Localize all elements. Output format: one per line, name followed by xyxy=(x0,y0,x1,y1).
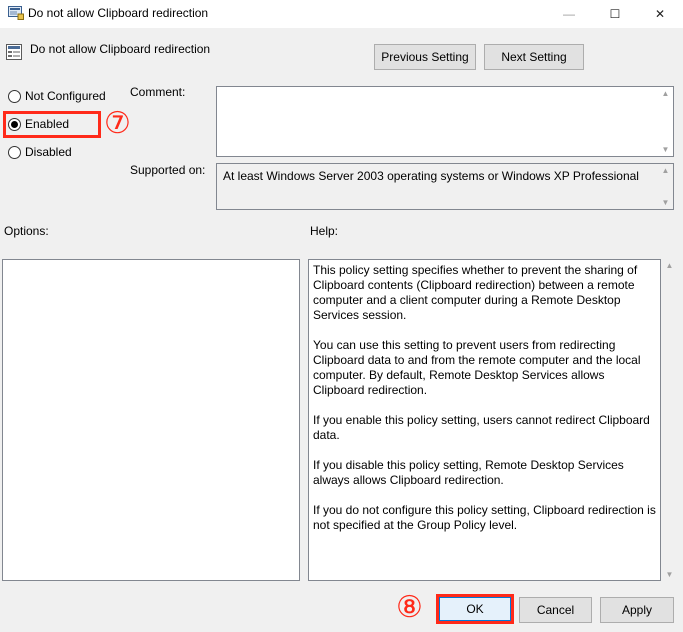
help-pane: This policy setting specifies whether to… xyxy=(308,259,661,581)
supported-on-value: At least Windows Server 2003 operating s… xyxy=(223,169,639,183)
ok-button[interactable]: OK xyxy=(439,597,511,621)
policy-name: Do not allow Clipboard redirection xyxy=(30,42,211,56)
options-pane xyxy=(2,259,300,581)
radio-label: Disabled xyxy=(25,145,72,159)
scroll-up-icon[interactable]: ▲ xyxy=(662,166,670,175)
step-8-marker: ⑧ xyxy=(396,590,423,625)
close-button[interactable]: ✕ xyxy=(637,0,683,28)
next-setting-button[interactable]: Next Setting xyxy=(484,44,584,70)
scroll-down-icon[interactable]: ▼ xyxy=(662,198,670,207)
scroll-up-icon[interactable]: ▲ xyxy=(666,261,674,270)
radio-circle[interactable] xyxy=(8,89,21,103)
comment-scrollbar[interactable]: ▲ ▼ xyxy=(658,87,673,156)
minimize-button[interactable]: — xyxy=(546,0,592,28)
apply-button[interactable]: Apply xyxy=(600,597,674,623)
policy-window-icon xyxy=(8,6,24,20)
radio-label: Not Configured xyxy=(25,89,106,103)
radio-circle[interactable] xyxy=(8,145,21,159)
help-scrollbar[interactable]: ▲ ▼ xyxy=(662,259,677,581)
supported-on-field: At least Windows Server 2003 operating s… xyxy=(216,163,674,210)
help-label: Help: xyxy=(310,224,339,238)
policy-setting-icon xyxy=(6,44,22,60)
scroll-down-icon[interactable]: ▼ xyxy=(662,145,670,154)
supported-on-label: Supported on: xyxy=(130,163,206,177)
help-scrollbar-arrows[interactable]: ▲ ▼ xyxy=(662,259,677,581)
comment-label: Comment: xyxy=(130,85,186,99)
window-title: Do not allow Clipboard redirection xyxy=(28,6,209,20)
cancel-button[interactable]: Cancel xyxy=(519,597,592,623)
radio-not-configured[interactable]: Not Configured xyxy=(8,89,106,103)
scroll-up-icon[interactable]: ▲ xyxy=(662,89,670,98)
previous-setting-button[interactable]: Previous Setting xyxy=(374,44,476,70)
help-paragraph: You can use this setting to prevent user… xyxy=(313,338,641,397)
scroll-down-icon[interactable]: ▼ xyxy=(666,570,674,579)
radio-disabled[interactable]: Disabled xyxy=(8,145,72,159)
help-paragraph: If you disable this policy setting, Remo… xyxy=(313,458,624,487)
maximize-button[interactable]: ☐ xyxy=(592,0,638,28)
help-paragraph: If you enable this policy setting, users… xyxy=(313,413,650,442)
help-paragraph: This policy setting specifies whether to… xyxy=(313,263,638,322)
supported-scrollbar[interactable]: ▲ ▼ xyxy=(658,164,673,209)
help-paragraph: If you do not configure this policy sett… xyxy=(313,503,656,532)
highlight-enabled-box xyxy=(3,111,101,138)
comment-textarea[interactable]: ▲ ▼ xyxy=(216,86,674,157)
step-7-marker: ⑦ xyxy=(104,106,131,141)
options-label: Options: xyxy=(4,224,49,238)
title-bar: Do not allow Clipboard redirection — ☐ ✕ xyxy=(0,0,683,28)
